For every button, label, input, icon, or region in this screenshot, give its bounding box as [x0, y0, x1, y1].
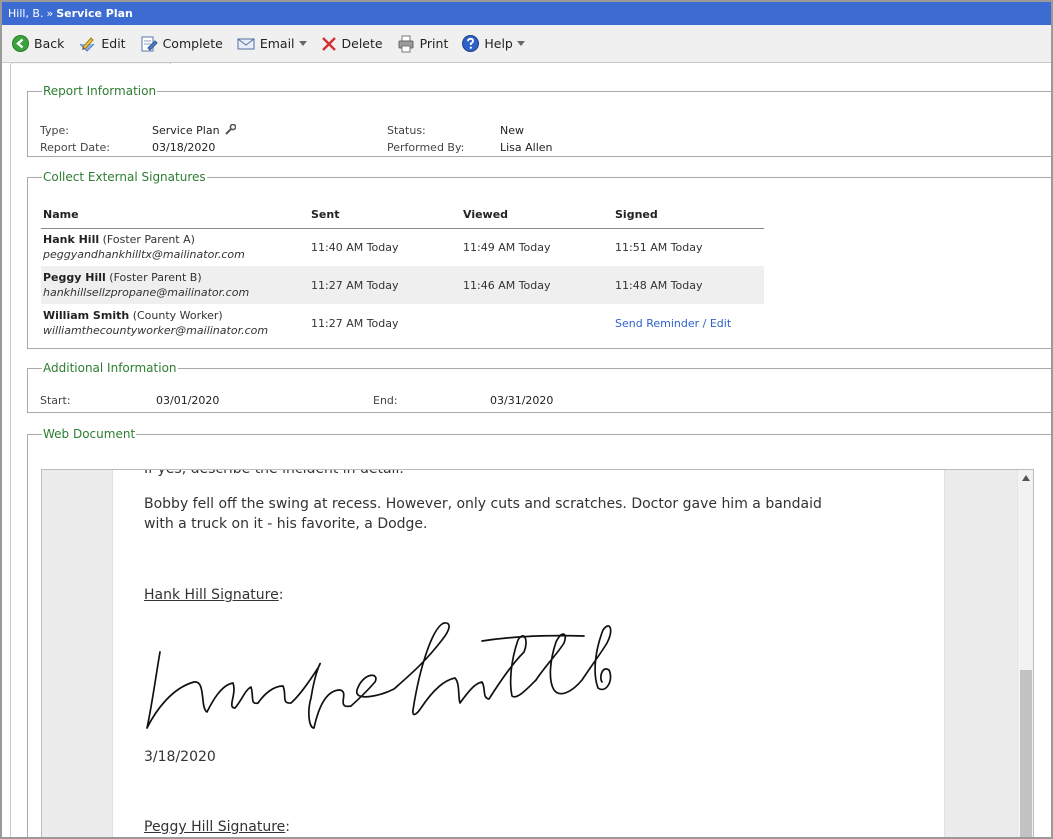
- report-information-section: Report Information Type: Service Plan Re…: [27, 84, 1051, 157]
- section-legend: Collect External Signatures: [43, 170, 206, 184]
- complete-button[interactable]: Complete: [138, 31, 229, 57]
- hank-signature-date: 3/18/2020: [144, 749, 216, 765]
- section-legend: Web Document: [43, 427, 136, 441]
- signatures-table: Name Sent Viewed Signed Hank Hill (Foste…: [41, 202, 764, 342]
- hank-hill-signature-image: [146, 622, 612, 729]
- help-button[interactable]: Help: [460, 31, 531, 57]
- title-bar: Hill, B.» Service Plan: [2, 2, 1051, 25]
- type-value-text: Service Plan: [152, 124, 220, 137]
- performed-by-value: Lisa Allen: [500, 141, 553, 154]
- complete-label: Complete: [162, 36, 223, 51]
- scroll-up-icon[interactable]: [1022, 475, 1030, 481]
- table-row: William Smith (County Worker) williamthe…: [41, 304, 764, 342]
- email-button[interactable]: Email: [235, 31, 313, 57]
- sent-cell: 11:27 AM Today: [309, 266, 461, 304]
- table-header-row: Name Sent Viewed Signed: [41, 202, 764, 229]
- incident-text-line-2: with a truck on it - his favorite, a Dod…: [144, 516, 428, 532]
- end-label: End:: [373, 394, 398, 407]
- edit-label: Edit: [101, 36, 126, 51]
- peggy-signature-label-text: Peggy Hill Signature: [144, 819, 286, 835]
- start-label: Start:: [40, 394, 71, 407]
- wrench-icon[interactable]: [225, 123, 237, 135]
- hank-signature-label-text: Hank Hill Signature: [144, 587, 279, 603]
- app-window: Hill, B.» Service Plan Back Edit Complet…: [0, 0, 1053, 839]
- sent-cell: 11:27 AM Today: [311, 316, 399, 330]
- toolbar: Back Edit Complete Email Delete Print He…: [2, 25, 1051, 63]
- signed-cell: 11:48 AM Today: [613, 266, 764, 304]
- signer-email: peggyandhankhilltx@mailinator.com: [43, 248, 245, 262]
- signer-role: (County Worker): [132, 309, 223, 322]
- type-label: Type:: [40, 124, 69, 137]
- type-value: Service Plan: [152, 123, 237, 137]
- external-signatures-section: Collect External Signatures Name Sent Vi…: [27, 170, 1051, 349]
- col-sent: Sent: [309, 202, 461, 229]
- printer-icon: [398, 35, 414, 52]
- colon: :: [285, 819, 290, 835]
- signer-name: Peggy Hill: [43, 271, 106, 284]
- table-row: Hank Hill (Foster Parent A) peggyandhank…: [41, 228, 764, 266]
- signer-name: William Smith: [43, 309, 130, 322]
- web-document-section: Web Document If yes, describe the incide…: [27, 427, 1051, 837]
- breadcrumb-separator: »: [46, 7, 54, 20]
- print-label: Print: [419, 36, 449, 51]
- report-date-label: Report Date:: [40, 141, 110, 154]
- scrollbar-thumb[interactable]: [1020, 670, 1032, 837]
- web-document-viewer[interactable]: If yes, describe the incident in detail.…: [41, 469, 1034, 837]
- colon: :: [278, 587, 284, 603]
- start-value: 03/01/2020: [156, 394, 220, 407]
- viewed-cell: 11:46 AM Today: [461, 266, 613, 304]
- report-content: Report Information Type: Service Plan Re…: [10, 64, 1051, 837]
- performed-by-label: Performed By:: [387, 141, 465, 154]
- status-label: Status:: [387, 124, 426, 137]
- table-row: Peggy Hill (Foster Parent B) hankhillsel…: [41, 266, 764, 304]
- chevron-down-icon: [298, 41, 307, 46]
- section-legend: Additional Information: [43, 361, 177, 375]
- col-name: Name: [41, 202, 309, 229]
- signer-cell: William Smith (County Worker) williamthe…: [41, 304, 309, 342]
- back-button[interactable]: Back: [10, 31, 70, 57]
- email-label: Email: [259, 36, 295, 51]
- help-label: Help: [484, 36, 513, 51]
- status-value: New: [500, 124, 524, 137]
- additional-information-section: Additional Information Start: 03/01/2020…: [27, 361, 1051, 413]
- delete-x-icon: [321, 36, 336, 51]
- back-arrow-icon: [12, 35, 29, 52]
- signer-role: (Foster Parent A): [102, 233, 195, 247]
- signer-cell: Hank Hill (Foster Parent A) peggyandhank…: [41, 228, 309, 266]
- document-page: If yes, describe the incident in detail.…: [112, 469, 945, 837]
- incident-text-line-1: Bobby fell off the swing at recess. Howe…: [144, 496, 822, 512]
- signer-cell: Peggy Hill (Foster Parent B) hankhillsel…: [41, 266, 309, 304]
- edit-button[interactable]: Edit: [76, 31, 131, 57]
- viewed-cell: [461, 304, 613, 342]
- delete-label: Delete: [341, 36, 383, 51]
- section-legend: Report Information: [43, 84, 157, 98]
- question-text: If yes, describe the incident in detail.: [144, 469, 404, 477]
- hank-signature-label: Hank Hill Signature:: [144, 585, 283, 605]
- viewed-cell: 11:49 AM Today: [463, 240, 551, 254]
- page-title: Service Plan: [56, 7, 133, 20]
- vertical-scrollbar[interactable]: [1017, 470, 1033, 837]
- client-name: Hill, B.: [8, 7, 44, 20]
- signed-cell: Send Reminder / Edit: [613, 304, 764, 342]
- send-reminder-link[interactable]: Send Reminder / Edit: [615, 317, 731, 330]
- sent-cell: 11:40 AM Today: [311, 240, 399, 254]
- pencil-icon: [80, 36, 95, 52]
- envelope-icon: [237, 38, 255, 49]
- print-button[interactable]: Print: [395, 31, 455, 57]
- signer-name: Hank Hill: [43, 233, 100, 247]
- end-value: 03/31/2020: [490, 394, 554, 407]
- complete-icon: [141, 36, 158, 51]
- chevron-down-icon: [516, 41, 525, 46]
- signed-cell: 11:51 AM Today: [615, 240, 703, 254]
- back-label: Back: [34, 36, 65, 51]
- help-icon: [462, 35, 480, 52]
- col-viewed: Viewed: [461, 202, 613, 229]
- report-date-value: 03/18/2020: [152, 141, 216, 154]
- signer-email: hankhillsellzpropane@mailinator.com: [43, 286, 250, 299]
- signer-role: (Foster Parent B): [109, 271, 202, 284]
- delete-button[interactable]: Delete: [319, 31, 389, 57]
- signer-email: williamthecountyworker@mailinator.com: [43, 324, 269, 337]
- col-signed: Signed: [613, 202, 764, 229]
- peggy-signature-label: Peggy Hill Signature:: [144, 817, 290, 837]
